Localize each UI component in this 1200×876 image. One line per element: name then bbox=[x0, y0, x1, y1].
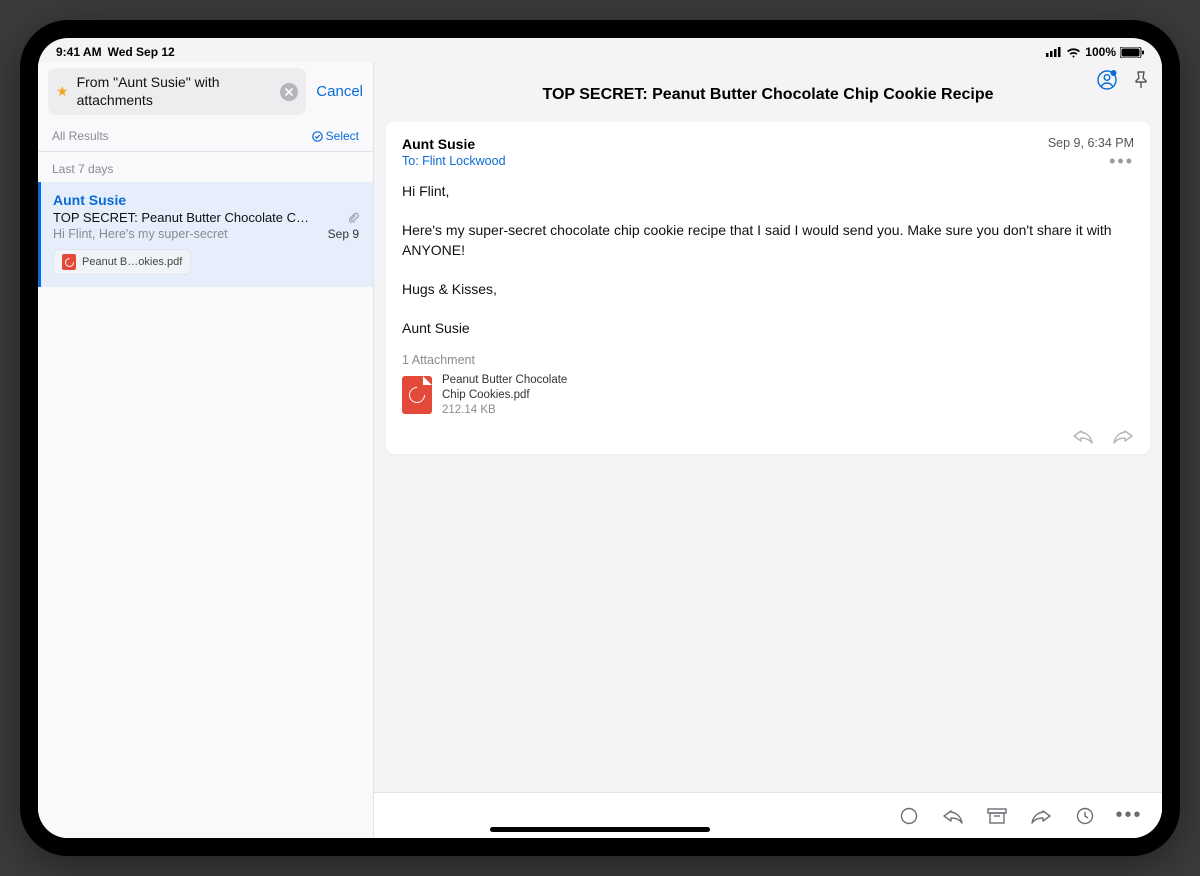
battery-percent: 100% bbox=[1085, 45, 1116, 59]
mail-item-subject: TOP SECRET: Peanut Butter Chocolate C… bbox=[53, 210, 342, 225]
select-label: Select bbox=[326, 129, 359, 143]
clear-search-button[interactable] bbox=[280, 83, 298, 101]
attachment-chip[interactable]: Peanut B…okies.pdf bbox=[53, 249, 191, 275]
from-label: Aunt Susie bbox=[402, 136, 506, 152]
ipad-frame: 9:41 AM Wed Sep 12 100% bbox=[20, 20, 1180, 856]
attachment-name: Peanut Butter Chocolate Chip Cookies.pdf bbox=[442, 373, 592, 403]
mail-list-item[interactable]: Aunt Susie TOP SECRET: Peanut Butter Cho… bbox=[38, 182, 373, 287]
reply-button[interactable] bbox=[1072, 428, 1094, 444]
reading-pane: TOP SECRET: Peanut Butter Chocolate Chip… bbox=[374, 62, 1162, 838]
email-title: TOP SECRET: Peanut Butter Chocolate Chip… bbox=[394, 86, 1142, 104]
attachment-item[interactable]: Peanut Butter Chocolate Chip Cookies.pdf… bbox=[402, 373, 1134, 418]
paperclip-icon bbox=[348, 212, 359, 223]
mail-item-date: Sep 9 bbox=[328, 227, 359, 241]
forward-button[interactable] bbox=[1112, 428, 1134, 444]
status-time: 9:41 AM bbox=[56, 45, 102, 59]
wifi-icon bbox=[1066, 47, 1081, 58]
cancel-button[interactable]: Cancel bbox=[316, 83, 363, 100]
status-date: Wed Sep 12 bbox=[108, 45, 175, 59]
mail-item-from: Aunt Susie bbox=[53, 192, 359, 208]
status-bar: 9:41 AM Wed Sep 12 100% bbox=[38, 38, 1162, 62]
home-indicator[interactable] bbox=[490, 827, 710, 832]
attachment-size: 212.14 KB bbox=[442, 403, 592, 418]
status-right: 100% bbox=[1046, 45, 1144, 59]
to-label[interactable]: To: Flint Lockwood bbox=[402, 154, 506, 168]
all-results-label[interactable]: All Results bbox=[52, 129, 109, 143]
email-date: Sep 9, 6:34 PM bbox=[1048, 136, 1134, 150]
mark-read-button[interactable] bbox=[898, 805, 920, 827]
attachment-chip-label: Peanut B…okies.pdf bbox=[82, 256, 182, 268]
pin-button[interactable] bbox=[1130, 69, 1152, 91]
archive-button[interactable] bbox=[986, 805, 1008, 827]
signal-icon bbox=[1046, 47, 1062, 57]
contact-button[interactable] bbox=[1096, 69, 1118, 91]
forward-toolbar-button[interactable] bbox=[1030, 805, 1052, 827]
select-button[interactable]: Select bbox=[312, 129, 359, 143]
schedule-button[interactable] bbox=[1074, 805, 1096, 827]
reply-toolbar-button[interactable] bbox=[942, 805, 964, 827]
battery-icon bbox=[1120, 47, 1144, 58]
email-body: Hi Flint, Here's my super-secret chocola… bbox=[402, 182, 1134, 339]
section-label: Last 7 days bbox=[38, 152, 373, 182]
pdf-icon bbox=[62, 254, 76, 270]
attachment-count: 1 Attachment bbox=[402, 353, 1134, 367]
pdf-icon bbox=[402, 376, 432, 414]
email-card: Aunt Susie To: Flint Lockwood Sep 9, 6:3… bbox=[386, 122, 1150, 454]
search-token[interactable]: ★ From "Aunt Susie" with attachments bbox=[48, 68, 306, 115]
star-icon: ★ bbox=[56, 83, 69, 100]
sidebar: ★ From "Aunt Susie" with attachments Can… bbox=[38, 62, 374, 838]
more-toolbar-button[interactable]: ••• bbox=[1118, 805, 1140, 827]
screen: 9:41 AM Wed Sep 12 100% bbox=[38, 38, 1162, 838]
mail-item-preview: Hi Flint, Here's my super-secret bbox=[53, 227, 228, 241]
more-button[interactable]: ••• bbox=[1048, 156, 1134, 166]
search-token-label: From "Aunt Susie" with attachments bbox=[77, 74, 273, 109]
